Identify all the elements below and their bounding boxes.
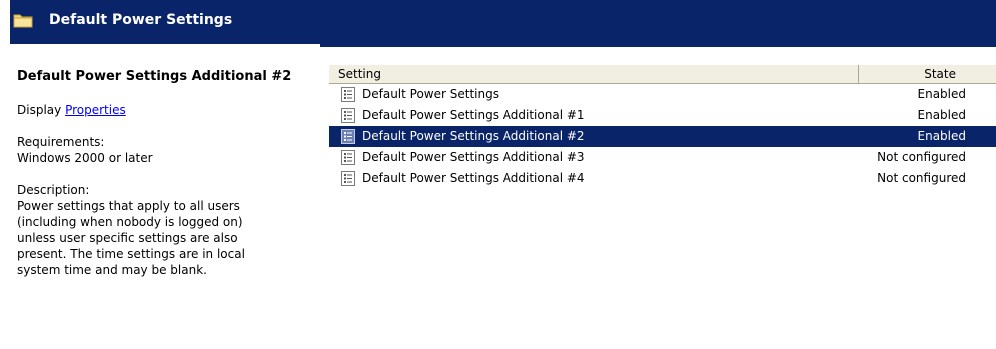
row-state: Enabled	[917, 108, 967, 122]
row-setting: Default Power Settings Additional #3	[362, 150, 585, 164]
header-notch	[10, 44, 320, 47]
column-header-state[interactable]: State	[860, 65, 996, 83]
description-line: unless user specific settings are also	[17, 231, 238, 245]
row-state: Enabled	[917, 129, 967, 143]
column-header-setting[interactable]: Setting	[329, 65, 859, 83]
description-line: system time and may be blank.	[17, 263, 207, 277]
list-header: Setting State	[329, 65, 996, 84]
description-block: Description: Power settings that apply t…	[17, 182, 313, 278]
display-line: Display Properties	[17, 102, 313, 118]
requirements-label: Requirements:	[17, 135, 105, 149]
detail-pane: Default Power Settings Additional #2 Dis…	[17, 68, 313, 294]
requirements-value: Windows 2000 or later	[17, 151, 153, 165]
row-setting: Default Power Settings Additional #4	[362, 171, 585, 185]
row-setting: Default Power Settings Additional #2	[362, 129, 585, 143]
header-notch-right	[320, 44, 996, 47]
list-item[interactable]: Default Power Settings Additional #4 Not…	[329, 168, 996, 189]
description-line: Power settings that apply to all users	[17, 199, 240, 213]
policy-setting-icon	[341, 87, 355, 102]
display-prefix: Display	[17, 103, 62, 117]
policy-setting-icon	[341, 150, 355, 165]
page-title: Default Power Settings	[49, 12, 233, 28]
row-state: Not configured	[877, 150, 966, 164]
list-item-selected[interactable]: Default Power Settings Additional #2 Ena…	[329, 126, 996, 147]
properties-link[interactable]: Properties	[65, 103, 126, 117]
row-state: Enabled	[917, 87, 967, 101]
description-line: (including when nobody is logged on)	[17, 215, 243, 229]
description-label: Description:	[17, 183, 90, 197]
list-item[interactable]: Default Power Settings Additional #3 Not…	[329, 147, 996, 168]
requirements-block: Requirements: Windows 2000 or later	[17, 134, 313, 166]
description-line: present. The time settings are in local	[17, 247, 245, 261]
policy-setting-icon	[341, 108, 355, 123]
list-item[interactable]: Default Power Settings Additional #1 Ena…	[329, 105, 996, 126]
list-item[interactable]: Default Power Settings Enabled	[329, 84, 996, 105]
settings-list: Setting State Default Power Settings Ena…	[329, 65, 996, 225]
policy-setting-icon	[341, 129, 355, 144]
detail-title: Default Power Settings Additional #2	[17, 69, 292, 84]
policy-setting-icon	[341, 171, 355, 186]
row-state: Not configured	[877, 171, 966, 185]
row-setting: Default Power Settings	[362, 87, 499, 101]
folder-icon	[13, 14, 33, 28]
header-bar: Default Power Settings	[0, 0, 996, 47]
row-setting: Default Power Settings Additional #1	[362, 108, 585, 122]
